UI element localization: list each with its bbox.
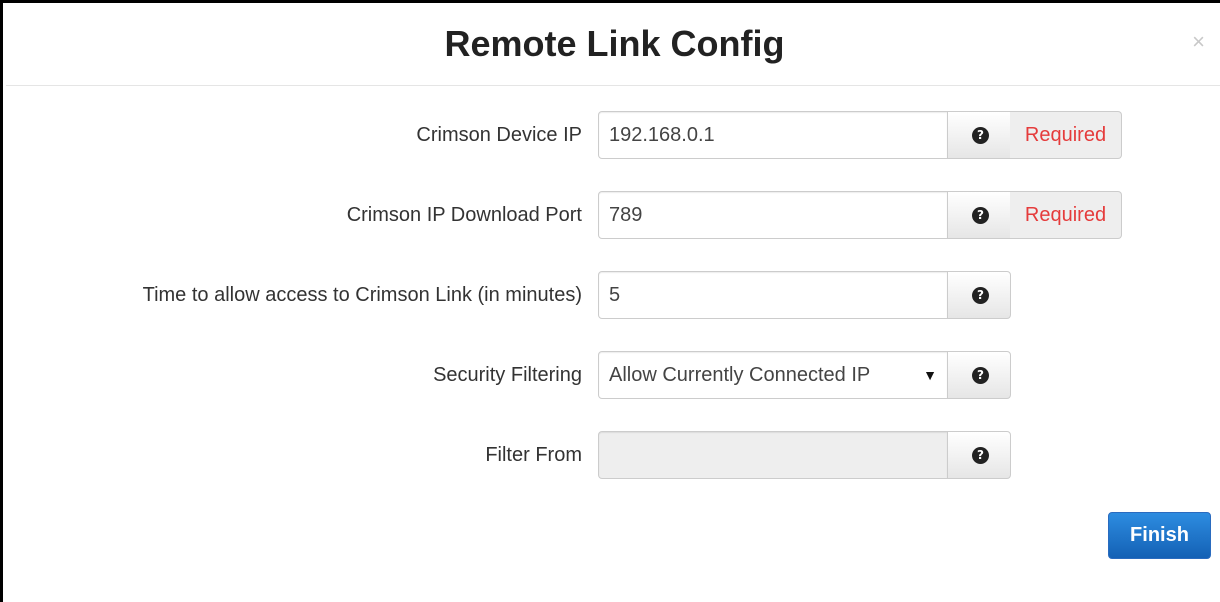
question-circle-icon: ? xyxy=(972,367,989,384)
finish-button[interactable]: Finish xyxy=(1108,512,1211,559)
close-icon[interactable]: × xyxy=(1192,31,1205,53)
modal-header: Remote Link Config × xyxy=(6,3,1220,86)
security-filtering-selected-value: Allow Currently Connected IP xyxy=(609,364,871,386)
security-filtering-label: Security Filtering xyxy=(433,364,582,386)
form-row-security-filtering: Security Filtering Allow Currently Conne… xyxy=(3,351,1220,399)
form-row-filter-from: Filter From ? xyxy=(3,431,1220,479)
security-filtering-help-button[interactable]: ? xyxy=(947,351,1011,399)
question-circle-icon: ? xyxy=(972,447,989,464)
device-ip-label: Crimson Device IP xyxy=(416,124,582,146)
filter-from-help-button[interactable]: ? xyxy=(947,431,1011,479)
filter-from-label: Filter From xyxy=(485,444,582,466)
access-time-label: Time to allow access to Crimson Link (in… xyxy=(142,284,582,306)
modal-dialog: Remote Link Config × Crimson Device IP 1… xyxy=(0,0,1220,602)
filter-from-input xyxy=(598,431,948,479)
download-port-required-badge: Required xyxy=(1010,191,1122,239)
device-ip-required-badge: Required xyxy=(1010,111,1122,159)
question-circle-icon: ? xyxy=(972,127,989,144)
question-circle-icon: ? xyxy=(972,287,989,304)
access-time-help-button[interactable]: ? xyxy=(947,271,1011,319)
form-row-device-ip: Crimson Device IP 192.168.0.1 ? Required xyxy=(3,111,1220,159)
access-time-input[interactable]: 5 xyxy=(598,271,948,319)
caret-down-icon: ▼ xyxy=(923,367,937,383)
question-circle-icon: ? xyxy=(972,207,989,224)
modal-title: Remote Link Config xyxy=(444,23,785,64)
device-ip-input[interactable]: 192.168.0.1 xyxy=(598,111,948,159)
form-row-access-time: Time to allow access to Crimson Link (in… xyxy=(3,271,1220,319)
device-ip-help-button[interactable]: ? xyxy=(947,111,1011,159)
download-port-input[interactable]: 789 xyxy=(598,191,948,239)
form-row-download-port: Crimson IP Download Port 789 ? Required xyxy=(3,191,1220,239)
download-port-label: Crimson IP Download Port xyxy=(346,204,582,226)
security-filtering-select[interactable]: Allow Currently Connected IP ▼ xyxy=(598,351,948,399)
download-port-help-button[interactable]: ? xyxy=(947,191,1011,239)
